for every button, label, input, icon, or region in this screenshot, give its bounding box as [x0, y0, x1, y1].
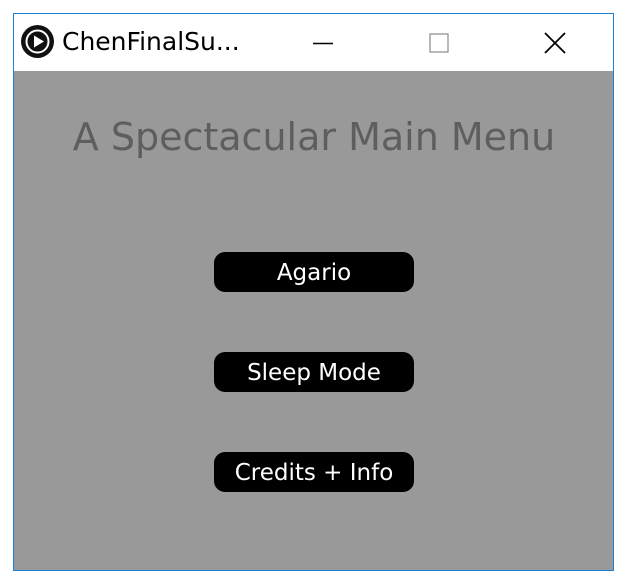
app-window: ChenFinalSu... A Spectacular Main Menu A… — [13, 13, 614, 571]
play-circle-icon[interactable] — [21, 25, 54, 58]
close-icon — [544, 31, 566, 54]
close-button[interactable] — [497, 14, 613, 71]
title-bar[interactable]: ChenFinalSu... — [14, 14, 613, 71]
menu-heading: A Spectacular Main Menu — [72, 115, 556, 159]
maximize-button[interactable] — [381, 14, 497, 71]
maximize-icon — [429, 32, 449, 53]
minimize-icon — [313, 42, 333, 44]
sleep-mode-button[interactable]: Sleep Mode — [214, 352, 414, 392]
credits-info-button[interactable]: Credits + Info — [214, 452, 414, 492]
window-title: ChenFinalSu... — [62, 27, 240, 56]
main-menu-canvas: A Spectacular Main Menu Agario Sleep Mod… — [14, 71, 613, 570]
minimize-button[interactable] — [265, 14, 381, 71]
agario-button[interactable]: Agario — [214, 252, 414, 292]
